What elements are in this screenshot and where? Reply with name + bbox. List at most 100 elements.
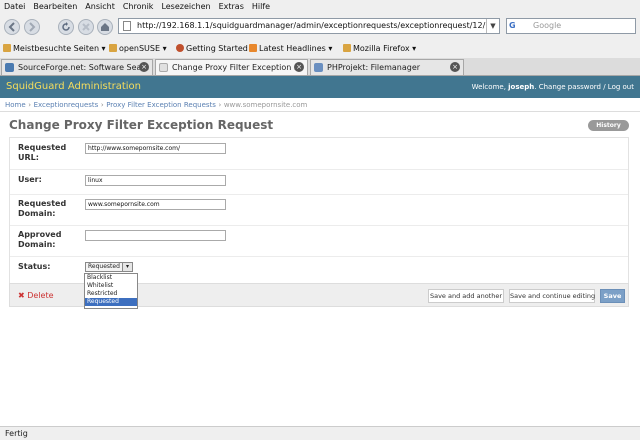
tab-label: PHProjekt: Filemanager bbox=[327, 63, 421, 72]
status-options-list: Blacklist Whitelist Restricted Requested bbox=[84, 273, 138, 309]
rss-icon bbox=[249, 44, 257, 52]
status-bar-text: Fertig bbox=[5, 429, 28, 438]
close-icon[interactable]: × bbox=[450, 62, 460, 72]
breadcrumb-separator: › bbox=[28, 101, 32, 109]
change-form: Requested URL: http://www.somepornsite.c… bbox=[9, 137, 629, 283]
bookmark-label: Latest Headlines ▾ bbox=[259, 44, 333, 53]
menu-item-ansicht[interactable]: Ansicht bbox=[81, 0, 119, 11]
status-label: Status: bbox=[18, 262, 51, 271]
search-engine-icon[interactable]: G bbox=[509, 21, 519, 31]
stop-icon bbox=[82, 23, 90, 31]
delete-link[interactable]: ✖ Delete bbox=[18, 291, 54, 300]
firefox-icon bbox=[176, 44, 184, 52]
user-label: User: bbox=[18, 175, 42, 184]
menu-item-chronik[interactable]: Chronik bbox=[119, 0, 158, 11]
phprojekt-icon bbox=[314, 63, 323, 72]
user-field[interactable]: linux bbox=[85, 175, 226, 186]
breadcrumb-current: www.somepornsite.com bbox=[223, 101, 308, 109]
history-button[interactable]: History bbox=[588, 120, 629, 131]
browser-status-bar: Fertig bbox=[0, 426, 640, 440]
reload-icon bbox=[62, 22, 70, 31]
bookmarks-toolbar: Meistbesuchte Seiten ▾ openSUSE ▾ Gettin… bbox=[0, 40, 640, 58]
search-bar[interactable]: G Google bbox=[506, 18, 636, 34]
bookmark-label: openSUSE ▾ bbox=[119, 44, 167, 53]
status-select[interactable]: Requested ▾ bbox=[85, 262, 133, 272]
menu-bar: Datei Bearbeiten Ansicht Chronik Lesezeichen… bbox=[0, 0, 640, 14]
requested-url-label: Requested URL: bbox=[18, 143, 67, 162]
requested-url-field[interactable]: http://www.somepornsite.com/ bbox=[85, 143, 226, 154]
requested-domain-field[interactable]: www.somepornsite.com bbox=[85, 199, 226, 210]
back-button[interactable] bbox=[4, 19, 20, 35]
home-button[interactable] bbox=[97, 19, 113, 35]
user-tools: Welcome, joseph. Change password / Log o… bbox=[472, 83, 634, 91]
site-header: SquidGuard Administration Welcome, josep… bbox=[0, 76, 640, 98]
bookmark-meistbesuchte-seiten[interactable]: Meistbesuchte Seiten ▾ bbox=[3, 44, 106, 53]
tab-sourceforge[interactable]: SourceForge.net: Software Sea... × bbox=[1, 59, 153, 75]
requested-domain-label: Requested Domain: bbox=[18, 199, 67, 218]
bookmark-getting-started[interactable]: Getting Started bbox=[176, 44, 248, 53]
form-row-requested-domain: Requested Domain: www.somepornsite.com bbox=[10, 194, 628, 226]
save-and-continue-editing-button[interactable]: Save and continue editing bbox=[509, 289, 595, 303]
welcome-text: Welcome, bbox=[471, 83, 506, 91]
navigation-toolbar: http://192.168.1.1/squidguardmanager/adm… bbox=[0, 14, 640, 40]
save-and-add-another-button[interactable]: Save and add another bbox=[428, 289, 504, 303]
forward-button[interactable] bbox=[24, 19, 40, 35]
breadcrumb-home[interactable]: Home bbox=[5, 101, 26, 109]
breadcrumb-exceptionrequests[interactable]: Exceptionrequests bbox=[34, 101, 99, 109]
folder-icon bbox=[3, 44, 11, 52]
tab-bar: SourceForge.net: Software Sea... × Chang… bbox=[0, 58, 640, 76]
menu-item-lesezeichen[interactable]: Lesezeichen bbox=[157, 0, 214, 11]
form-row-user: User: linux bbox=[10, 169, 628, 195]
breadcrumb-separator: › bbox=[100, 101, 104, 109]
site-brand[interactable]: SquidGuard Administration bbox=[6, 81, 141, 92]
chevron-down-icon[interactable]: ▾ bbox=[122, 263, 132, 271]
approved-domain-label: Approved Domain: bbox=[18, 230, 62, 249]
username: joseph bbox=[508, 83, 535, 91]
breadcrumb: Home › Exceptionrequests › Proxy Filter … bbox=[0, 98, 640, 112]
bookmark-opensuse[interactable]: openSUSE ▾ bbox=[109, 44, 167, 53]
tab-phprojekt[interactable]: PHProjekt: Filemanager × bbox=[310, 59, 464, 75]
delete-icon: ✖ bbox=[18, 291, 25, 300]
close-icon[interactable]: × bbox=[294, 62, 304, 72]
menu-item-extras[interactable]: Extras bbox=[215, 0, 248, 11]
page-icon bbox=[159, 63, 168, 72]
forward-arrow-icon bbox=[29, 22, 36, 32]
form-row-approved-domain: Approved Domain: bbox=[10, 225, 628, 257]
folder-icon bbox=[343, 44, 351, 52]
tab-change-proxy-filter[interactable]: Change Proxy Filter Exception ... × bbox=[155, 59, 308, 75]
menu-item-hilfe[interactable]: Hilfe bbox=[248, 0, 274, 11]
folder-icon bbox=[109, 44, 117, 52]
menu-item-bearbeiten[interactable]: Bearbeiten bbox=[29, 0, 81, 11]
status-selected-value: Requested bbox=[88, 263, 120, 270]
stop-button[interactable] bbox=[78, 19, 94, 35]
breadcrumb-separator: › bbox=[218, 101, 222, 109]
form-row-requested-url: Requested URL: http://www.somepornsite.c… bbox=[10, 138, 628, 170]
bookmark-label: Meistbesuchte Seiten ▾ bbox=[13, 44, 106, 53]
status-option-whitelist[interactable]: Whitelist bbox=[85, 282, 137, 290]
bookmark-label: Mozilla Firefox ▾ bbox=[353, 44, 417, 53]
bookmark-mozilla-firefox[interactable]: Mozilla Firefox ▾ bbox=[343, 44, 416, 53]
tab-label: Change Proxy Filter Exception ... bbox=[172, 63, 302, 72]
url-text[interactable]: http://192.168.1.1/squidguardmanager/adm… bbox=[137, 21, 485, 30]
status-option-blacklist[interactable]: Blacklist bbox=[85, 274, 137, 282]
approved-domain-field[interactable] bbox=[85, 230, 226, 241]
page-title: Change Proxy Filter Exception Request bbox=[9, 118, 274, 132]
breadcrumb-proxy-filter-requests[interactable]: Proxy Filter Exception Requests bbox=[106, 101, 216, 109]
back-arrow-icon bbox=[8, 22, 15, 32]
status-option-restricted[interactable]: Restricted bbox=[85, 290, 137, 298]
bookmark-label: Getting Started bbox=[186, 44, 248, 53]
delete-label: Delete bbox=[27, 291, 54, 300]
page-icon bbox=[123, 21, 131, 31]
menu-item-datei[interactable]: Datei bbox=[0, 0, 29, 11]
url-bar[interactable]: http://192.168.1.1/squidguardmanager/adm… bbox=[118, 18, 500, 34]
user-links[interactable]: . Change password / Log out bbox=[534, 83, 634, 91]
save-button[interactable]: Save bbox=[600, 289, 625, 303]
status-option-requested[interactable]: Requested bbox=[85, 298, 137, 306]
reload-button[interactable] bbox=[58, 19, 74, 35]
url-dropdown-icon[interactable]: ▼ bbox=[486, 19, 499, 33]
close-icon[interactable]: × bbox=[139, 62, 149, 72]
search-placeholder[interactable]: Google bbox=[533, 21, 561, 30]
home-icon bbox=[101, 23, 109, 31]
bookmark-latest-headlines[interactable]: Latest Headlines ▾ bbox=[249, 44, 332, 53]
tab-label: SourceForge.net: Software Sea... bbox=[18, 63, 150, 72]
